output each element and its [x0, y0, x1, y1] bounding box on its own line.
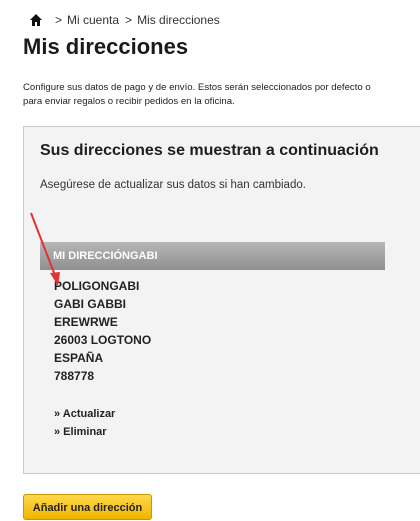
breadcrumb-separator: >: [125, 13, 133, 27]
addresses-panel: Sus direcciones se muestran a continuaci…: [23, 126, 420, 474]
panel-note: Asegúrese de actualizar sus datos si han…: [40, 179, 306, 191]
page-title: Mis direcciones: [23, 34, 189, 59]
delete-address-link[interactable]: » Eliminar: [54, 423, 115, 441]
address-line: GABI GABBI: [54, 297, 126, 311]
update-address-link[interactable]: » Actualizar: [54, 405, 115, 423]
address-details: POLIGONGABI GABI GABBI EREWRWE 26003 LOG…: [54, 277, 151, 385]
address-line: 26003 LOGTONO: [54, 333, 152, 347]
address-line: ESPAÑA: [54, 351, 104, 365]
address-line: EREWRWE: [54, 315, 118, 329]
add-address-button[interactable]: Añadir una dirección: [23, 494, 152, 520]
home-icon[interactable]: [29, 13, 43, 27]
panel-heading: Sus direcciones se muestran a continuaci…: [40, 142, 379, 159]
breadcrumb-separator: >: [55, 13, 63, 27]
address-line: POLIGONGABI: [54, 279, 140, 293]
breadcrumb: > Mi cuenta > Mis direcciones: [29, 11, 226, 29]
intro-line-2: para enviar regalos o recibir pedidos en…: [23, 96, 235, 107]
address-title-bar: MI DIRECCIÓNGABI: [40, 242, 385, 270]
intro-text: Configure sus datos de pago y de envío. …: [23, 81, 420, 109]
address-actions: » Actualizar » Eliminar: [54, 405, 115, 441]
address-line: 788778: [54, 369, 95, 383]
breadcrumb-current: Mis direcciones: [137, 13, 220, 27]
breadcrumb-link-mi-cuenta[interactable]: Mi cuenta: [67, 13, 119, 27]
intro-line-1: Configure sus datos de pago y de envío. …: [23, 82, 371, 93]
